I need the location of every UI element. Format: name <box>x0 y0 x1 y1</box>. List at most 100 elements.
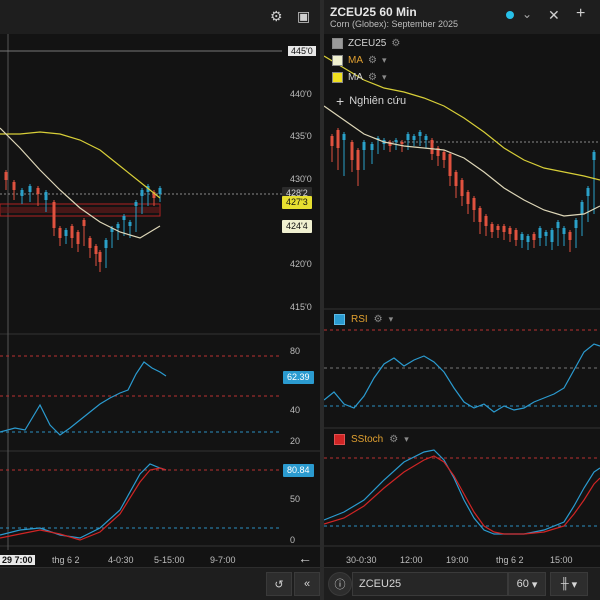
candle-body <box>502 226 506 232</box>
candle-body <box>580 202 584 214</box>
candle-body <box>544 232 548 236</box>
collapse-button[interactable]: « <box>294 572 320 596</box>
x-label: 4-0:30 <box>108 555 134 565</box>
add-study-button[interactable]: + Nghiên cứu <box>336 93 406 109</box>
left-chart-canvas[interactable] <box>0 0 320 600</box>
candle-body <box>412 136 416 140</box>
interval-value: 60 <box>516 578 529 590</box>
candle-body <box>370 144 374 150</box>
stoch-scale-0: 0 <box>290 535 296 545</box>
chevron-down-icon[interactable]: ▾ <box>389 314 394 325</box>
chart-type-button[interactable]: ╫ ▾ <box>550 572 588 596</box>
candle-body <box>478 208 482 222</box>
chevron-down-icon[interactable]: ▾ <box>404 434 409 445</box>
legend-item-symbol[interactable]: ZCEU25 ⚙ <box>332 36 400 50</box>
left-bg <box>0 0 320 600</box>
candle-body <box>70 226 74 238</box>
candle-body <box>472 198 476 210</box>
gear-icon[interactable]: ⚙ <box>389 434 398 445</box>
right-bg <box>324 0 600 600</box>
candle-body <box>460 180 464 196</box>
candle-body <box>394 140 398 142</box>
gear-icon[interactable]: ⚙ <box>270 8 283 25</box>
x-label: 15:00 <box>550 555 573 565</box>
candle-body <box>88 238 92 248</box>
x-label: thg 6 2 <box>496 555 524 565</box>
candle-body <box>586 188 590 196</box>
candle-body <box>496 226 500 230</box>
x-label: 30-0:30 <box>346 555 377 565</box>
candle-body <box>12 182 16 190</box>
x-label-cursor: 29 7:00 <box>0 555 35 565</box>
chevron-down-icon[interactable]: ▾ <box>382 55 387 66</box>
candle-body <box>442 152 446 160</box>
symbol-input[interactable]: ZCEU25 <box>352 572 508 596</box>
rsi-scale-20: 20 <box>290 436 301 446</box>
legend-item-ma-fast[interactable]: MA ⚙ ▾ <box>332 53 387 67</box>
gear-icon[interactable]: ⚙ <box>374 314 383 325</box>
candle-body <box>424 136 428 140</box>
price-label-440: 440'0 <box>290 89 312 99</box>
add-study-label: Nghiên cứu <box>349 95 407 107</box>
color-swatch[interactable] <box>332 37 343 49</box>
stoch-legend[interactable]: SStoch ⚙ ▾ <box>334 434 409 445</box>
rsi-value-tag: 62.39 <box>283 371 314 384</box>
color-swatch[interactable] <box>332 54 343 66</box>
candle-body <box>82 220 86 226</box>
candle-body <box>484 216 488 226</box>
close-icon[interactable]: ✕ <box>548 7 560 24</box>
color-swatch[interactable] <box>332 71 343 83</box>
candle-body <box>64 230 68 236</box>
candle-body <box>356 150 360 170</box>
ma-fast-value-tag: 424'4 <box>282 220 312 233</box>
live-status-dot <box>506 11 514 19</box>
color-swatch[interactable] <box>334 434 345 445</box>
add-icon[interactable]: + <box>576 5 585 23</box>
candle-body <box>330 136 334 146</box>
x-label: 19:00 <box>446 555 469 565</box>
candle-body <box>36 188 40 194</box>
stoch-label: SStoch <box>351 434 384 445</box>
gear-icon[interactable]: ⚙ <box>391 38 400 49</box>
candle-body <box>556 222 560 228</box>
legend-item-ma-slow[interactable]: MA ⚙ ▾ <box>332 70 387 84</box>
candle-body <box>362 142 366 150</box>
candle-body <box>116 224 120 228</box>
ma-value-tag: 427'3 <box>282 196 312 209</box>
left-bottom-bar: ↺ « <box>0 567 320 600</box>
legend-label: MA <box>348 54 363 66</box>
color-swatch[interactable] <box>334 314 345 325</box>
rsi-legend[interactable]: RSI ⚙ ▾ <box>334 314 393 325</box>
left-chart-panel[interactable]: ⚙ ▣ 445'0 440'0 435'0 430'0 420'0 415'0 … <box>0 0 320 600</box>
candle-body <box>98 252 102 262</box>
candle-body <box>104 240 108 248</box>
candlestick-icon: ╫ <box>560 578 569 590</box>
candle-body <box>128 222 132 226</box>
x-label: 9-7:00 <box>210 555 236 565</box>
candle-body <box>20 190 24 196</box>
interval-select[interactable]: 60 ▾ <box>508 572 546 596</box>
gear-icon[interactable]: ⚙ <box>368 55 377 66</box>
legend-label: ZCEU25 <box>348 37 387 49</box>
gear-icon[interactable]: ⚙ <box>368 72 377 83</box>
candle-body <box>4 172 8 180</box>
candle-body <box>140 190 144 196</box>
price-label-435: 435'0 <box>290 131 312 141</box>
right-chart-panel[interactable]: ZCEU25 60 Min Corn (Globex): September 2… <box>324 0 600 600</box>
chevron-down-icon[interactable]: ⌄ <box>522 7 532 21</box>
candle-body <box>58 228 62 238</box>
right-chart-canvas[interactable] <box>324 0 600 600</box>
stoch-scale-50: 50 <box>290 494 301 504</box>
price-label-430: 430'0 <box>290 174 312 184</box>
info-icon[interactable]: ⓘ <box>328 572 352 596</box>
candle-body <box>562 228 566 234</box>
x-label: thg 6 2 <box>52 555 80 565</box>
candle-body <box>76 232 80 244</box>
reset-button[interactable]: ↺ <box>266 572 292 596</box>
price-label-415: 415'0 <box>290 302 312 312</box>
window-icon[interactable]: ▣ <box>297 8 310 25</box>
candle-body <box>430 140 434 154</box>
scroll-back-icon[interactable]: ← <box>298 550 312 566</box>
chevron-down-icon[interactable]: ▾ <box>382 72 387 83</box>
candle-body <box>52 202 56 228</box>
